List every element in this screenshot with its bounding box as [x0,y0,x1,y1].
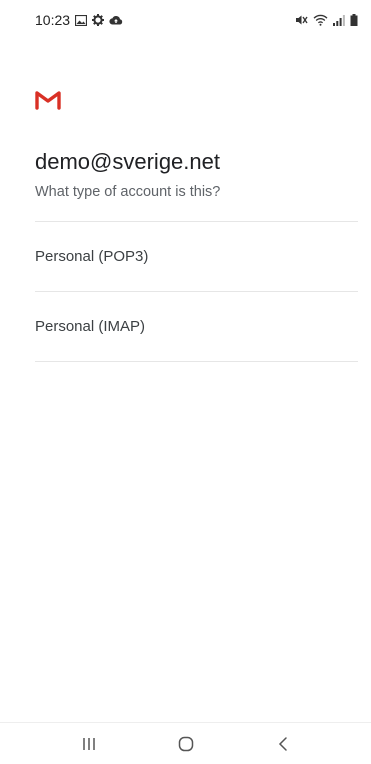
option-label: Personal (IMAP) [35,318,146,335]
account-type-list: Personal (POP3) Personal (IMAP) [35,221,358,362]
status-right [295,14,358,26]
back-button[interactable] [263,729,303,759]
status-time: 10:23 [35,12,71,28]
status-bar: 10:23 [0,0,371,40]
option-label: Personal (POP3) [35,248,149,265]
battery-icon [350,14,358,26]
navigation-bar [0,722,371,764]
home-icon [178,736,193,751]
screen: 10:23 demo@sverige.net What type of acco… [0,0,371,764]
wifi-icon [313,14,328,26]
option-personal-imap[interactable]: Personal (IMAP) [35,292,358,362]
status-left: 10:23 [35,12,123,28]
back-icon [278,736,287,751]
recent-apps-icon [82,737,95,750]
gear-icon [92,14,105,26]
home-button[interactable] [166,729,206,759]
recent-apps-button[interactable] [69,729,109,759]
option-personal-pop3[interactable]: Personal (POP3) [35,222,358,292]
account-email: demo@sverige.net [35,149,220,174]
account-type-question: What type of account is this? [35,184,221,200]
cloud-upload-icon [109,15,123,25]
mute-icon [295,14,308,26]
main-content: demo@sverige.net What type of account is… [35,90,358,362]
signal-icon [333,14,345,26]
gallery-icon [75,14,88,26]
gmail-logo-icon [35,91,61,110]
